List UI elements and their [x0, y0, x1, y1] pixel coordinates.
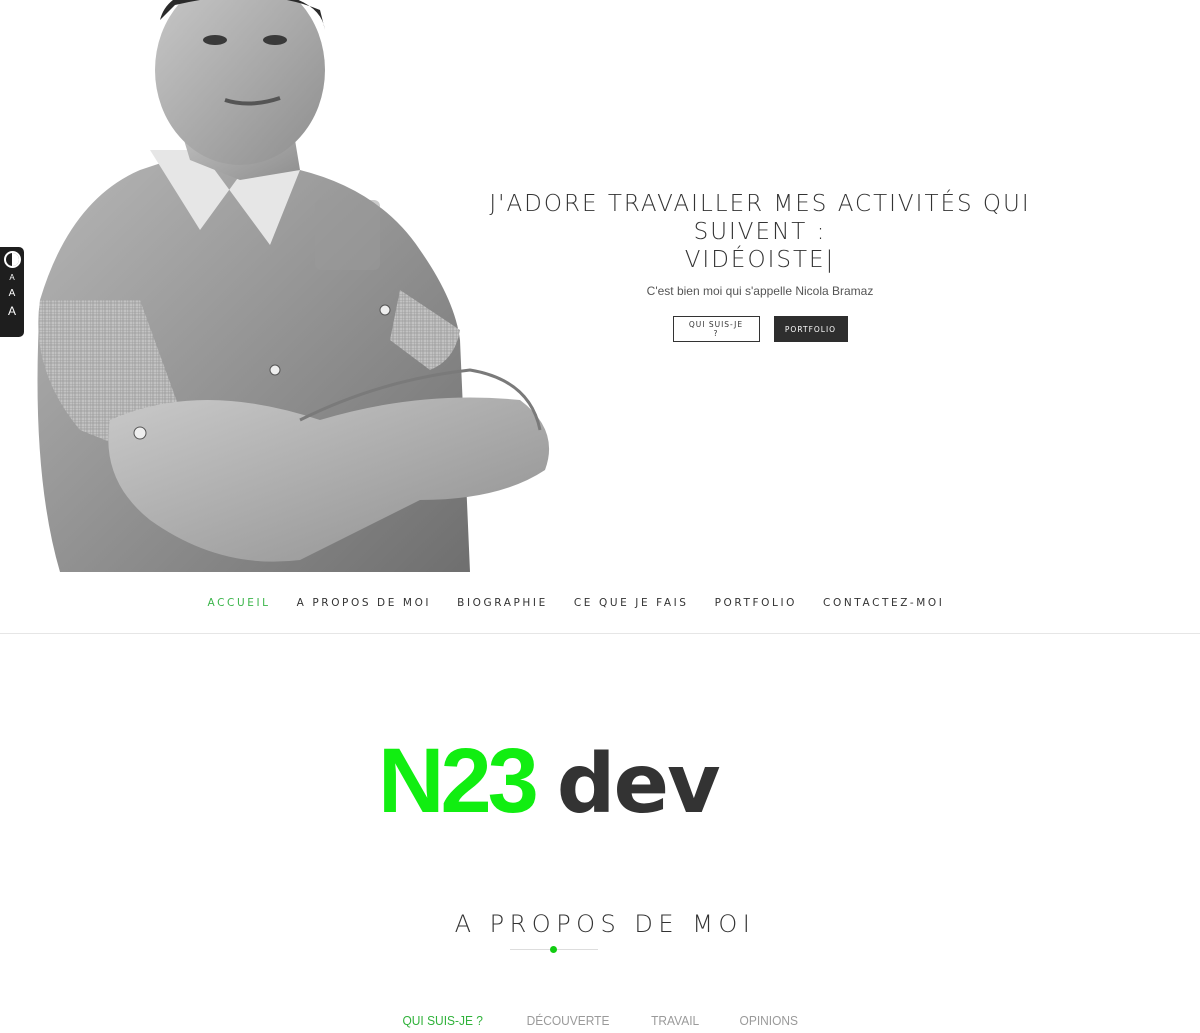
tab-decouverte[interactable]: DÉCOUVERTE [510, 1013, 626, 1028]
font-size-large-button[interactable]: A [8, 305, 16, 317]
nav-item-biographie[interactable]: BIOGRAPHIE [444, 597, 561, 609]
hero-title-line2: VIDÉOISTE| [440, 246, 1080, 274]
hero-text: J'ADORE TRAVAILLER MES ACTIVITÉS QUI SUI… [440, 190, 1080, 342]
logo-n23: N23 [378, 730, 539, 832]
accessibility-widget: A A A [0, 247, 24, 337]
hero-title: J'ADORE TRAVAILLER MES ACTIVITÉS QUI SUI… [440, 190, 1080, 274]
hero-title-word: VIDÉOISTE [684, 247, 826, 273]
section-divider-dot [550, 946, 557, 953]
nav-item-a-propos[interactable]: A PROPOS DE MOI [284, 597, 445, 609]
typing-cursor: | [825, 247, 836, 273]
contrast-icon[interactable] [3, 251, 21, 268]
nav-item-ce-que-je-fais[interactable]: CE QUE JE FAIS [561, 597, 702, 609]
about-me-button[interactable]: QUI SUIS-JE ? [672, 316, 760, 342]
main-navigation: ACCUEIL A PROPOS DE MOI BIOGRAPHIE CE QU… [0, 572, 1200, 634]
hero-subtitle: C'est bien moi qui s'appelle Nicola Bram… [646, 284, 874, 298]
section-title: A PROPOS DE MOI [454, 910, 756, 938]
hero-section: J'ADORE TRAVAILLER MES ACTIVITÉS QUI SUI… [0, 0, 1200, 572]
nav-item-contact[interactable]: CONTACTEZ-MOI [810, 597, 957, 609]
n23dev-logo: N23 dev [378, 730, 721, 832]
portfolio-button[interactable]: PORTFOLIO [773, 316, 848, 342]
tab-opinions[interactable]: OPINIONS [723, 1013, 815, 1028]
page: J'ADORE TRAVAILLER MES ACTIVITÉS QUI SUI… [0, 0, 1200, 1033]
nav-item-portfolio[interactable]: PORTFOLIO [702, 597, 810, 609]
nav-items: ACCUEIL A PROPOS DE MOI BIOGRAPHIE CE QU… [195, 597, 958, 609]
tab-qui-suis-je[interactable]: QUI SUIS-JE ? [386, 1013, 500, 1028]
logo-dev: dev [556, 737, 721, 832]
nav-item-accueil[interactable]: ACCUEIL [195, 597, 284, 609]
hero-buttons: QUI SUIS-JE ? PORTFOLIO [440, 316, 1080, 342]
hero-title-line1: J'ADORE TRAVAILLER MES ACTIVITÉS QUI SUI… [489, 191, 1031, 245]
tab-travail[interactable]: TRAVAIL [634, 1013, 715, 1028]
font-size-medium-button[interactable]: A [9, 289, 16, 299]
font-size-small-button[interactable]: A [9, 274, 14, 282]
about-tabs: QUI SUIS-JE ? DÉCOUVERTE TRAVAIL OPINION… [0, 1013, 1200, 1028]
